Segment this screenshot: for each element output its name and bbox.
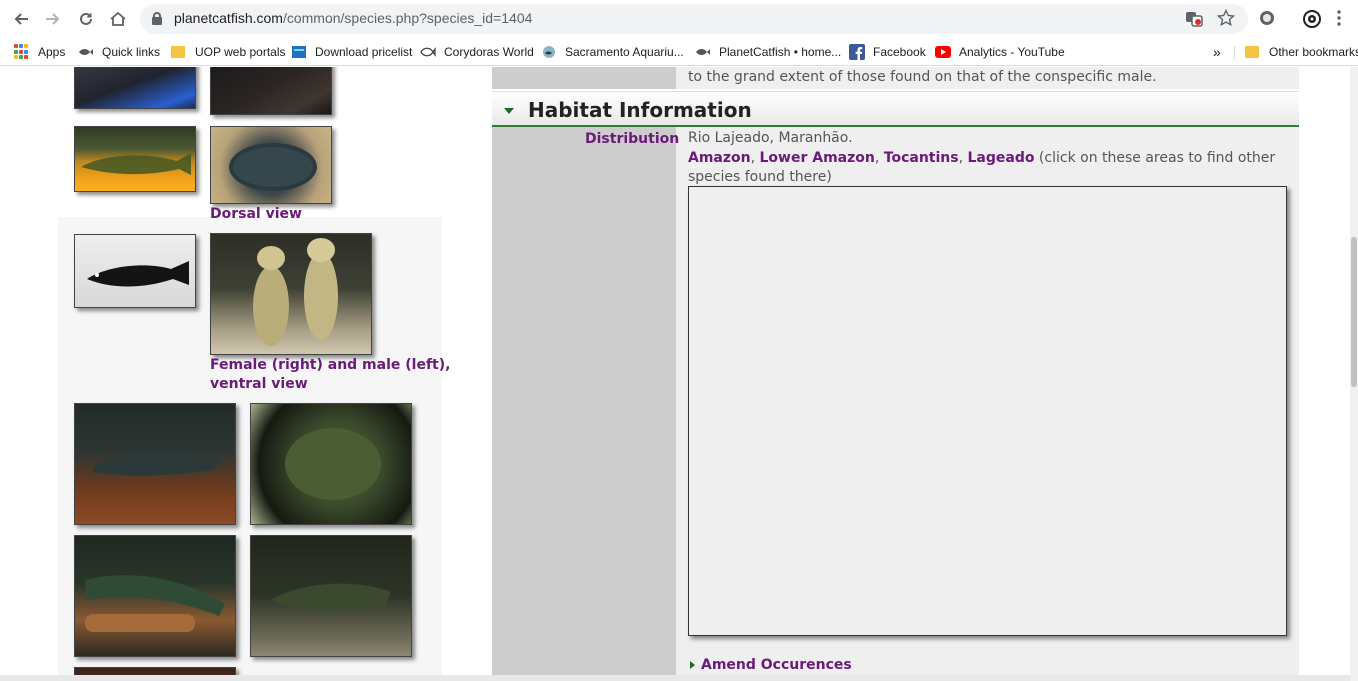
bookmark-corydoras-world[interactable]: Corydoras World <box>420 43 534 61</box>
catfish-photo-thumbnail[interactable] <box>74 67 196 109</box>
thumbnail-caption[interactable]: Dorsal view <box>210 205 302 224</box>
collapse-triangle-icon[interactable] <box>504 108 514 114</box>
distribution-label: Distribution <box>585 131 680 147</box>
area-link-lower-amazon[interactable]: Lower Amazon <box>760 150 875 166</box>
catfish-photo-thumbnail[interactable] <box>250 403 412 525</box>
bookmark-label: Download pricelist <box>315 45 413 59</box>
bookmark-planetcatfish-home[interactable]: PlanetCatfish • home... <box>695 43 841 61</box>
expand-triangle-icon <box>690 661 695 669</box>
bookmark-label: PlanetCatfish • home... <box>719 45 842 59</box>
address-bar[interactable]: planetcatfish.com/common/species.php?spe… <box>140 4 1248 34</box>
profile-icon[interactable] <box>1302 9 1322 29</box>
url-path: /common/species.php?species_id=1404 <box>282 10 533 26</box>
bookmark-label: Other bookmarks <box>1269 45 1358 59</box>
species-info-panel: to the grand extent of those found on th… <box>492 67 1299 681</box>
catfish-photo-thumbnail[interactable] <box>74 234 196 308</box>
youtube-icon <box>935 46 951 58</box>
field-label-column <box>492 127 676 681</box>
catfish-photo-thumbnail[interactable] <box>250 535 412 657</box>
url-host: planetcatfish.com <box>174 10 283 26</box>
bookmark-label: Sacramento Aquariu... <box>565 45 684 59</box>
vertical-scrollbar[interactable] <box>1350 67 1358 681</box>
catfish-photo-thumbnail[interactable] <box>210 126 332 204</box>
folder-icon <box>1245 44 1261 60</box>
area-separator: , <box>874 150 884 166</box>
area-link-lageado[interactable]: Lageado <box>968 150 1035 166</box>
thumbnail-caption-line[interactable]: ventral view <box>210 375 308 394</box>
aquarium-icon <box>543 46 555 58</box>
catfish-photo-thumbnail[interactable] <box>74 126 196 192</box>
bookmark-sacramento-aquarium[interactable]: Sacramento Aquariu... <box>541 43 684 61</box>
catfish-photo-thumbnail[interactable] <box>210 67 332 115</box>
lock-icon <box>152 12 162 25</box>
bookmark-other-bookmarks[interactable]: Other bookmarks <box>1245 43 1358 61</box>
reload-icon[interactable] <box>74 7 98 31</box>
catfish-photo-thumbnail[interactable] <box>210 233 372 355</box>
bookmark-label: Analytics - YouTube <box>959 45 1065 59</box>
facebook-icon <box>849 44 865 60</box>
fish-icon <box>696 49 710 55</box>
bookmark-label: Quick links <box>102 45 161 59</box>
previous-section-text: to the grand extent of those found on th… <box>688 69 1157 85</box>
area-link-amazon[interactable]: Amazon <box>688 150 751 166</box>
distribution-areas: Amazon, Lower Amazon, Tocantins, Lageado… <box>688 149 1278 187</box>
bookmarks-bar: Apps Quick links UOP web portals Downloa… <box>0 38 1358 66</box>
bookmark-label: Corydoras World <box>444 45 534 59</box>
area-separator: , <box>958 150 968 166</box>
bookmark-label: UOP web portals <box>195 45 286 59</box>
home-icon[interactable] <box>106 7 130 31</box>
previous-section-tail: to the grand extent of those found on th… <box>492 67 1299 89</box>
web-page: Dorsal view Female (right) and male (lef… <box>0 67 1358 681</box>
area-separator: , <box>750 150 760 166</box>
folder-icon <box>171 44 187 60</box>
pricelist-icon <box>292 46 306 58</box>
habitat-section-title: Habitat Information <box>528 98 752 122</box>
browser-toolbar: planetcatfish.com/common/species.php?spe… <box>0 0 1358 38</box>
area-link-tocantins[interactable]: Tocantins <box>884 150 959 166</box>
bookmarks-overflow-chevron[interactable]: » <box>1213 43 1221 61</box>
translate-icon[interactable] <box>1184 9 1204 29</box>
bookmark-download-pricelist[interactable]: Download pricelist <box>291 43 412 61</box>
menu-dots-icon[interactable] <box>1336 9 1356 29</box>
bookmark-uop-web-portals[interactable]: UOP web portals <box>171 43 286 61</box>
bookmark-star-icon[interactable] <box>1216 8 1236 29</box>
amend-occurences-link[interactable]: Amend Occurences <box>690 657 852 673</box>
bookmark-label: Facebook <box>873 45 926 59</box>
amend-occurences-label: Amend Occurences <box>701 657 852 673</box>
forward-arrow-icon[interactable] <box>41 7 65 31</box>
bookmark-label: Apps <box>38 45 66 59</box>
bookmark-apps[interactable]: Apps <box>14 43 65 61</box>
back-arrow-icon[interactable] <box>9 7 33 31</box>
overflow-label: » <box>1213 44 1221 60</box>
catfish-photo-thumbnail[interactable] <box>74 535 236 657</box>
thumbnail-caption-line[interactable]: Female (right) and male (left), <box>210 356 450 375</box>
fish-icon <box>420 46 436 58</box>
apps-grid-icon <box>14 44 30 60</box>
scrollbar-thumb[interactable] <box>1351 237 1357 387</box>
bookmark-facebook[interactable]: Facebook <box>849 43 926 61</box>
habitat-section-header[interactable]: Habitat Information <box>492 91 1299 127</box>
distribution-map[interactable] <box>688 186 1287 636</box>
bookmark-divider <box>1234 46 1235 60</box>
fish-icon <box>79 49 93 55</box>
bookmark-analytics-youtube[interactable]: Analytics - YouTube <box>935 43 1065 61</box>
distribution-text: Rio Lajeado, Maranhão. <box>688 130 853 146</box>
bookmark-quick-links[interactable]: Quick links <box>78 43 160 61</box>
catfish-photo-thumbnail[interactable] <box>74 403 236 525</box>
horizontal-scrollbar[interactable] <box>0 675 1350 681</box>
url-text[interactable]: planetcatfish.com/common/species.php?spe… <box>174 10 532 26</box>
extension-icon[interactable] <box>1258 9 1278 29</box>
